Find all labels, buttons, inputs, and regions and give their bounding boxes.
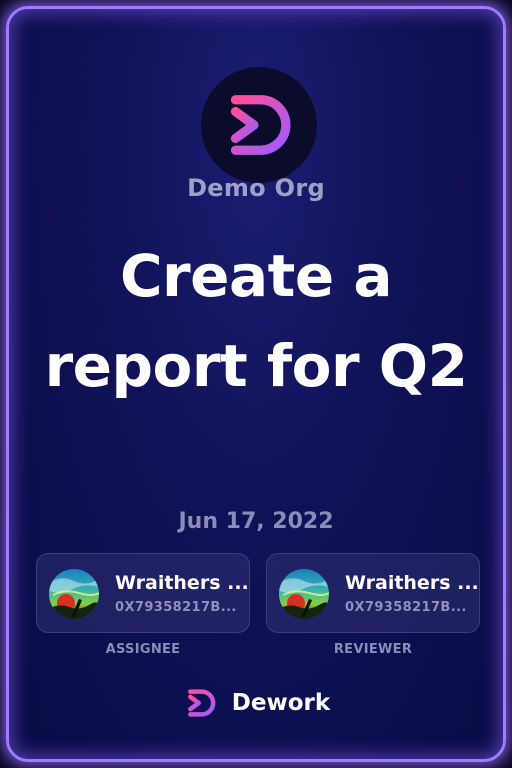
dework-logo-icon — [230, 95, 291, 155]
avatar-image — [49, 569, 99, 619]
reviewer-label: REVIEWER — [333, 642, 413, 657]
assignee-name: Wraithers ... — [115, 572, 249, 594]
task-card: Demo Org Create a report for Q2 Jun 17, … — [6, 6, 506, 762]
brand-name: Dework — [231, 690, 331, 716]
reviewer-address: 0X79358217B... — [345, 600, 467, 615]
org-logo — [201, 67, 317, 183]
reviewer-card[interactable]: Wraithers ... 0X79358217B... — [266, 553, 480, 633]
task-date: Jun 17, 2022 — [178, 509, 334, 534]
dework-logo-icon — [187, 689, 216, 717]
org-name: Demo Org — [187, 174, 325, 202]
assignee-label: ASSIGNEE — [105, 642, 181, 657]
brand-footer[interactable]: Dework — [9, 681, 503, 725]
reviewer-name: Wraithers ... — [345, 572, 479, 594]
reviewer-avatar — [279, 569, 329, 619]
assignee-card[interactable]: Wraithers ... 0X79358217B... — [36, 553, 250, 633]
assignee-address: 0X79358217B... — [115, 600, 237, 615]
task-title: Create a report for Q2 — [44, 242, 468, 400]
avatar-image — [279, 569, 329, 619]
assignee-avatar — [49, 569, 99, 619]
